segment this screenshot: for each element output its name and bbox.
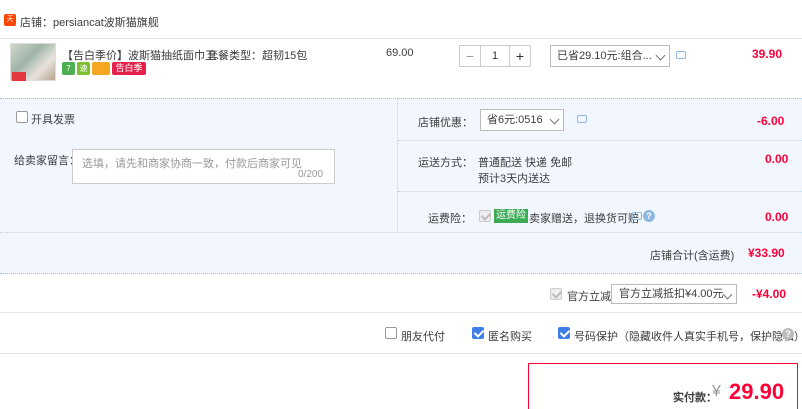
anonymous-checkbox[interactable] xyxy=(472,327,484,339)
quantity-plus-button[interactable]: + xyxy=(509,45,531,67)
shop-total-label: 店铺合计(含运费) xyxy=(650,250,735,262)
shop-total-amount: ¥33.90 xyxy=(748,246,785,260)
payment-amount: 29.90 xyxy=(729,379,785,404)
message-label: 给卖家留言： xyxy=(14,155,80,167)
chevron-down-icon xyxy=(722,289,733,300)
friend-pay-label: 朋友代付 xyxy=(401,331,445,343)
shop-discount-value: 省6元:0516 xyxy=(487,114,543,126)
insurance-info-icon[interactable] xyxy=(632,212,642,220)
chevron-down-icon xyxy=(549,114,560,125)
invoice-checkbox[interactable] xyxy=(16,111,28,123)
anonymous-label: 匿名购买 xyxy=(488,331,532,343)
official-discount-checkbox xyxy=(550,288,562,300)
promotion-select[interactable]: 已省29.10元:组合... xyxy=(550,45,670,67)
unit-price: 69.00 xyxy=(386,47,414,59)
official-discount-select[interactable]: 官方立减抵扣¥4.00元 xyxy=(611,284,737,304)
shop-discount-label: 店铺优惠： xyxy=(418,117,473,129)
seller-message-placeholder: 选填，请先和商家协商一致，付款后商家可见 xyxy=(82,158,302,170)
invoice-label: 开具发票 xyxy=(31,114,75,126)
seven-day-return-icon: 7 xyxy=(62,62,75,75)
tmall-shop-icon: 天猫 xyxy=(4,14,16,35)
official-discount-label: 官方立减 xyxy=(567,291,611,303)
phone-protect-label: 号码保护（隐藏收件人真实手机号，保护隐私） xyxy=(574,331,802,343)
divider xyxy=(398,140,802,141)
insurance-checkbox xyxy=(479,210,491,222)
thumbnail-tag xyxy=(12,72,26,81)
shipping-label: 运送方式： xyxy=(418,157,473,169)
payment-label: 实付款： xyxy=(673,392,717,404)
product-badges: 7 速 告白季 xyxy=(62,62,146,75)
insurance-label: 运费险： xyxy=(428,213,472,225)
official-discount-value: 官方立减抵扣¥4.00元 xyxy=(619,288,724,300)
product-spec: 套餐类型：超韧15包 xyxy=(207,50,308,62)
insurance-amount: 0.00 xyxy=(765,210,789,224)
discount-info-icon[interactable] xyxy=(577,115,587,123)
promo-info-icon[interactable] xyxy=(676,51,686,59)
friend-pay-checkbox[interactable] xyxy=(385,327,397,339)
currency-symbol: ¥ xyxy=(712,383,721,400)
shop-name[interactable]: 店铺：persiancat波斯猫旗舰 xyxy=(20,14,159,30)
quantity-minus-button[interactable]: − xyxy=(459,45,481,67)
card-pay-icon xyxy=(92,62,110,75)
quantity-stepper: − 1 + xyxy=(459,45,535,67)
shop-discount-amount: -6.00 xyxy=(757,114,785,128)
item-subtotal: 39.90 xyxy=(752,47,783,61)
help-icon[interactable]: ? xyxy=(782,328,794,340)
official-discount-amount: -¥4.00 xyxy=(752,287,787,301)
fast-ship-icon: 速 xyxy=(77,62,90,75)
phone-protect-checkbox[interactable] xyxy=(558,327,570,339)
insurance-tag: 运费险 xyxy=(494,209,528,223)
promotion-select-value: 已省29.10元:组合... xyxy=(557,50,652,62)
message-char-count: 0/200 xyxy=(298,169,324,180)
chevron-down-icon xyxy=(655,50,666,61)
shipping-amount: 0.00 xyxy=(765,152,789,166)
shipping-method: 普通配送 快递 免邮 xyxy=(478,157,573,169)
insurance-text: 卖家赠送，退换货可赔 xyxy=(529,213,639,225)
shop-discount-select[interactable]: 省6元:0516 xyxy=(480,109,564,131)
campaign-badge: 告白季 xyxy=(112,62,146,75)
quantity-input[interactable]: 1 xyxy=(481,45,509,67)
shipping-eta: 预计3天内送达 xyxy=(478,173,551,185)
help-icon[interactable]: ? xyxy=(643,210,655,222)
divider xyxy=(398,191,802,192)
product-title[interactable]: 【告白季价】波斯猫抽纸面巾卫... xyxy=(62,47,225,63)
